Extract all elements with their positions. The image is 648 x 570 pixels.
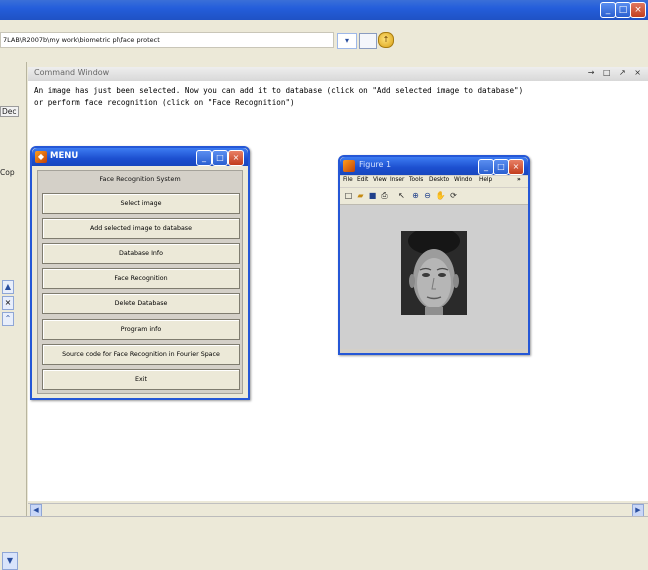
maximize-icon[interactable]: □ bbox=[615, 2, 631, 18]
command-window-controls[interactable]: → □ ↗ × bbox=[588, 68, 644, 77]
menu-window-title: MENU bbox=[50, 151, 79, 161]
pan-icon[interactable]: ✋ bbox=[435, 190, 446, 201]
side-scroll-down-icon[interactable]: ▼ bbox=[2, 552, 18, 570]
command-output-line: or perform face recognition (click on "F… bbox=[34, 98, 295, 107]
menu-desktop[interactable]: Deskto bbox=[429, 177, 449, 183]
select-image-button[interactable]: Select image bbox=[42, 193, 240, 214]
main-window-titlebar: _ □ × bbox=[0, 0, 648, 20]
side-scroll-icon[interactable]: ⌃ bbox=[2, 312, 14, 326]
horizontal-scrollbar[interactable]: ◀ ▶ bbox=[28, 503, 648, 517]
menu-file[interactable]: File bbox=[343, 177, 353, 183]
figure-window-titlebar[interactable]: Figure 1 _ □ × bbox=[340, 157, 528, 175]
exit-button[interactable]: Exit bbox=[42, 369, 240, 390]
pointer-icon[interactable]: ↖ bbox=[396, 190, 407, 201]
menu-help[interactable]: Help bbox=[479, 177, 492, 183]
menu-panel: Face Recognition System Select image Add… bbox=[37, 170, 243, 394]
maximize-icon[interactable]: □ bbox=[493, 159, 509, 175]
side-tab-label[interactable]: Dec bbox=[0, 106, 19, 117]
menu-overflow[interactable]: » bbox=[517, 177, 521, 183]
menu-tools[interactable]: Tools bbox=[409, 177, 423, 183]
zoom-in-icon[interactable]: ⊕ bbox=[410, 190, 421, 201]
directory-dropdown-button[interactable]: ▾ bbox=[337, 33, 357, 49]
program-info-button[interactable]: Program info bbox=[42, 319, 240, 340]
rotate-icon[interactable]: ⟳ bbox=[448, 190, 459, 201]
command-window-header: Command Window → □ ↗ × bbox=[28, 67, 648, 82]
side-section-label: Cop bbox=[0, 168, 15, 177]
open-file-icon[interactable]: ▰ bbox=[355, 190, 366, 201]
database-info-button[interactable]: Database Info bbox=[42, 243, 240, 264]
command-window-title: Command Window bbox=[34, 68, 110, 77]
matlab-logo-icon bbox=[343, 160, 355, 172]
menu-window: ◆ MENU _ □ × Face Recognition System Sel… bbox=[30, 146, 250, 400]
menu-edit[interactable]: Edit bbox=[357, 177, 368, 183]
maximize-icon[interactable]: □ bbox=[212, 150, 228, 166]
close-icon[interactable]: × bbox=[508, 159, 524, 175]
figure-menubar: File Edit View Inser Tools Deskto Windo … bbox=[340, 176, 528, 187]
menu-view[interactable]: View bbox=[373, 177, 387, 183]
menu-window-titlebar[interactable]: ◆ MENU _ □ × bbox=[32, 148, 248, 166]
figure-toolbar: □ ▰ ■ ⎙ ↖ ⊕ ⊖ ✋ ⟳ bbox=[340, 188, 528, 205]
close-icon[interactable]: × bbox=[630, 2, 646, 18]
new-figure-icon[interactable]: □ bbox=[343, 190, 354, 201]
go-up-folder-icon[interactable]: ↑ bbox=[378, 32, 394, 48]
matlab-logo-icon: ◆ bbox=[35, 151, 47, 163]
current-directory-bar: 7LAB\R2007b\my work\biometric pl\face pr… bbox=[0, 20, 648, 60]
source-code-button[interactable]: Source code for Face Recognition in Four… bbox=[42, 344, 240, 365]
face-recognition-button[interactable]: Face Recognition bbox=[42, 268, 240, 289]
figure-window: Figure 1 _ □ × File Edit View Inser Tool… bbox=[338, 155, 530, 355]
minimize-icon[interactable]: _ bbox=[196, 150, 212, 166]
delete-database-button[interactable]: Delete Database bbox=[42, 293, 240, 314]
side-close-icon[interactable]: × bbox=[2, 296, 14, 310]
menu-heading: Face Recognition System bbox=[99, 175, 181, 183]
side-scroll-up-icon[interactable]: ▲ bbox=[2, 280, 14, 294]
figure-window-title: Figure 1 bbox=[359, 160, 392, 169]
save-icon[interactable]: ■ bbox=[367, 190, 378, 201]
command-output-line: An image has just been selected. Now you… bbox=[34, 86, 524, 95]
menu-window[interactable]: Windo bbox=[454, 177, 472, 183]
minimize-icon[interactable]: _ bbox=[478, 159, 494, 175]
current-directory-field[interactable]: 7LAB\R2007b\my work\biometric pl\face pr… bbox=[0, 32, 334, 48]
zoom-out-icon[interactable]: ⊖ bbox=[422, 190, 433, 201]
workspace-side-panel: Dec Cop ▲ × ⌃ ▼ bbox=[0, 62, 27, 570]
figure-canvas[interactable] bbox=[340, 205, 528, 349]
close-icon[interactable]: × bbox=[228, 150, 244, 166]
minimize-icon[interactable]: _ bbox=[600, 2, 616, 18]
face-image bbox=[401, 231, 467, 315]
add-to-database-button[interactable]: Add selected image to database bbox=[42, 218, 240, 239]
print-icon[interactable]: ⎙ bbox=[379, 190, 390, 201]
chevron-down-icon: ▾ bbox=[344, 36, 349, 45]
menu-insert[interactable]: Inser bbox=[390, 177, 404, 183]
browse-folder-button[interactable] bbox=[359, 33, 377, 49]
